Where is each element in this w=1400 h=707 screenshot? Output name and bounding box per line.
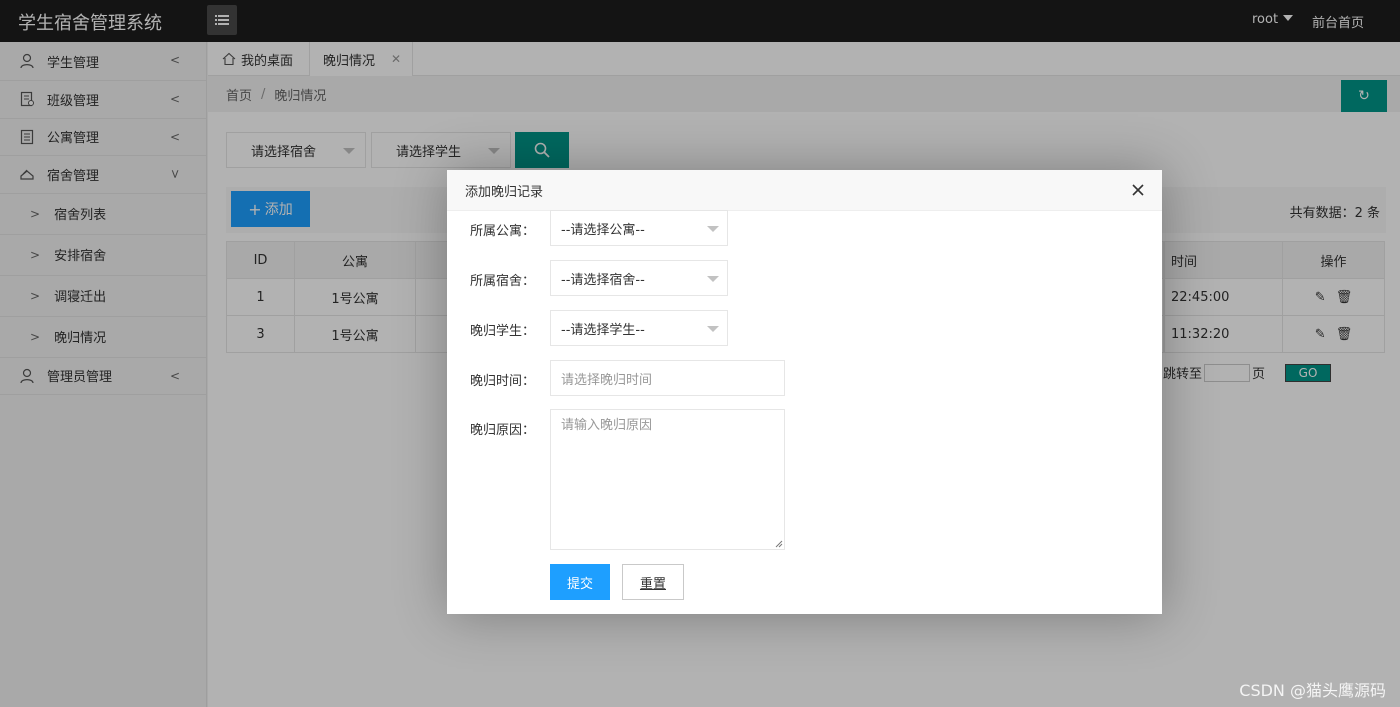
reset-button[interactable]: 重置 [622, 564, 684, 600]
apartment-select[interactable]: --请选择公寓-- [550, 210, 728, 246]
student-label: 晚归学生： [470, 324, 536, 339]
caret-down-icon [707, 276, 719, 282]
resize-grip-icon[interactable] [775, 540, 783, 548]
dorm-select[interactable]: --请选择宿舍-- [550, 260, 728, 296]
apartment-label: 所属公寓： [470, 224, 536, 239]
submit-button[interactable]: 提交 [550, 564, 610, 600]
late-time-label: 晚归时间： [470, 374, 536, 389]
dorm-label: 所属宿舍： [470, 274, 536, 289]
late-reason-textarea[interactable]: 请输入晚归原因 [550, 409, 785, 550]
student-select-value: --请选择学生-- [561, 322, 645, 338]
late-time-input[interactable]: 请选择晚归时间 [550, 360, 785, 396]
dialog-header: 添加晚归记录 [447, 170, 1162, 211]
dialog-title: 添加晚归记录 [465, 184, 544, 200]
caret-down-icon [707, 326, 719, 332]
close-icon [1132, 184, 1144, 196]
caret-down-icon [707, 226, 719, 232]
student-select[interactable]: --请选择学生-- [550, 310, 728, 346]
late-reason-label: 晚归原因： [470, 423, 536, 438]
late-reason-placeholder: 请输入晚归原因 [561, 418, 653, 433]
watermark: CSDN @猫头鹰源码 [1239, 681, 1386, 700]
dialog-close-button[interactable] [1128, 180, 1148, 200]
apartment-select-value: --请选择公寓-- [561, 222, 645, 238]
add-late-return-dialog: 添加晚归记录 所属公寓： --请选择公寓-- 所属宿舍： --请选择宿舍-- 晚… [447, 170, 1162, 614]
dorm-select-value: --请选择宿舍-- [561, 272, 645, 288]
